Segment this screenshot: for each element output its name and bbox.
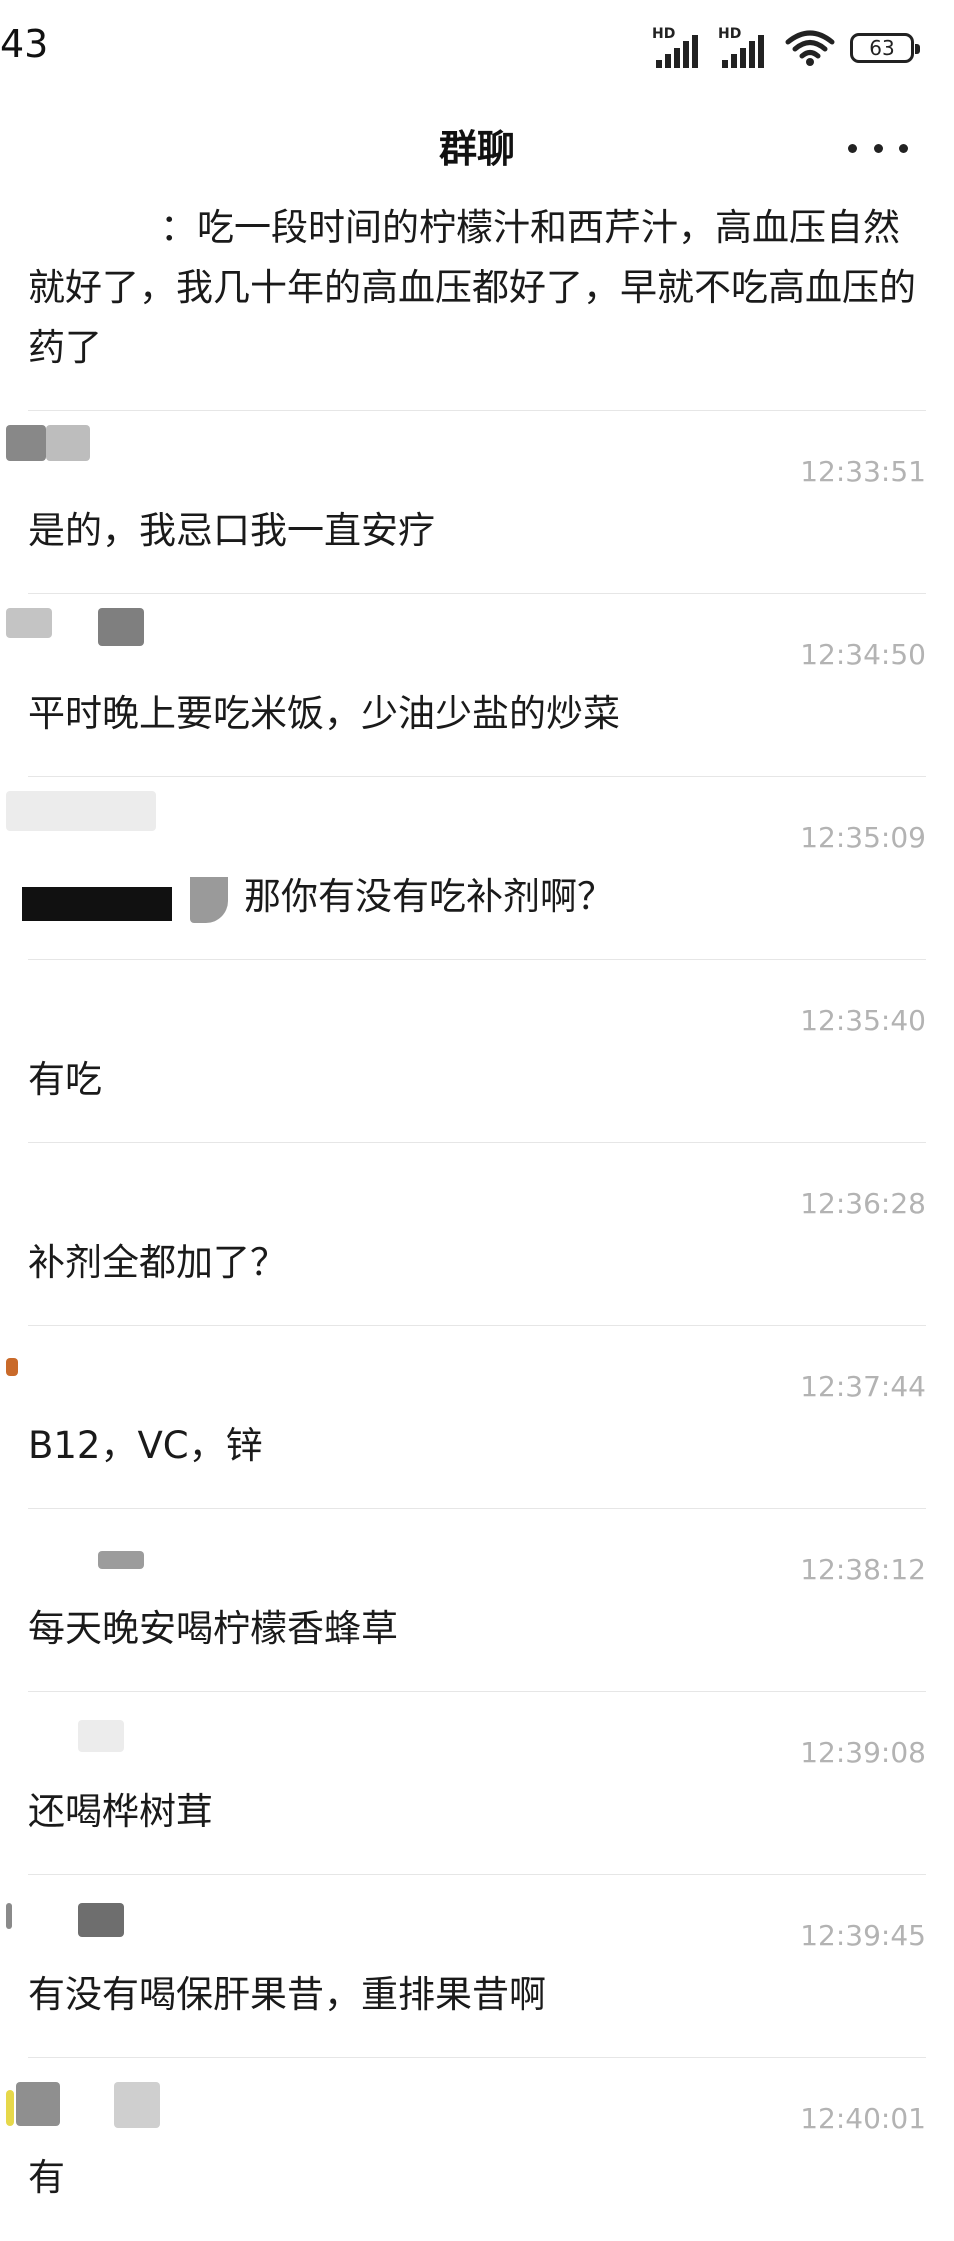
more-button[interactable] xyxy=(848,128,908,168)
list-item[interactable]: 12:33:51 是的，我忌口我一直安疗 xyxy=(6,411,926,594)
message-time: 12:35:09 xyxy=(800,821,926,854)
message-text: B12，VC，锌 xyxy=(28,1424,263,1467)
more-icon xyxy=(848,143,857,153)
message-text: 补剂全都加了？ xyxy=(28,1241,287,1284)
message-text: 有吃 xyxy=(28,1058,102,1101)
message-text: 每天晚安喝柠檬香蜂草 xyxy=(28,1607,398,1650)
message-text: 有没有喝保肝果昔，重排果昔啊 xyxy=(28,1973,546,2016)
page-title: 群聊 xyxy=(438,127,515,171)
redaction-mark xyxy=(190,877,228,923)
list-item[interactable]: 12:39:08 还喝桦树茸 xyxy=(28,1692,926,1875)
message-text: 是的，我忌口我一直安疗 xyxy=(28,509,435,552)
message-time: 12:36:28 xyxy=(800,1187,926,1220)
sender-name-redacted xyxy=(6,791,246,831)
battery-level: 63 xyxy=(869,36,895,60)
sender-name-redacted xyxy=(6,1706,246,1752)
list-item[interactable]: 12:40:01 有 xyxy=(6,2058,926,2241)
message-text: 平时晚上要吃米饭，少油少盐的炒菜 xyxy=(28,692,620,735)
message-time: 12:37:44 xyxy=(800,1370,926,1403)
status-time: 43 xyxy=(0,22,49,66)
nav-bar: 群聊 xyxy=(0,100,954,200)
sender-avatar-fragment xyxy=(6,1340,246,1380)
redaction-bar xyxy=(22,887,172,921)
signal-icon: HD xyxy=(652,26,704,68)
message-text: 那你有没有吃补剂啊？ xyxy=(244,875,614,918)
sender-name-redacted xyxy=(6,1523,246,1569)
sender-name-redacted xyxy=(6,425,246,465)
message-text-content: ：吃一段时间的柠檬汁和西芹汁，高血压自然就好了，我几十年的高血压都好了，早就不吃… xyxy=(28,206,916,369)
message-text: 有 xyxy=(28,2156,65,2199)
sender-name-redacted xyxy=(6,608,246,648)
signal-icon: HD xyxy=(718,26,770,68)
message-time: 12:34:50 xyxy=(800,638,926,671)
sender-name-redacted xyxy=(6,1889,246,1937)
list-item[interactable]: 12:38:12 每天晚安喝柠檬香蜂草 xyxy=(28,1509,926,1692)
list-item[interactable]: 12:36:28 补剂全都加了？ xyxy=(28,1143,926,1326)
more-icon-dot xyxy=(873,143,883,153)
list-item[interactable]: 12:35:40 有吃 xyxy=(28,960,926,1143)
list-item[interactable]: 12:35:09 那你有没有吃补剂啊？ xyxy=(6,777,926,960)
list-item[interactable]: ：吃一段时间的柠檬汁和西芹汁，高血压自然就好了，我几十年的高血压都好了，早就不吃… xyxy=(28,198,926,411)
status-icons: HD HD 63 xyxy=(652,26,920,68)
message-text: ：吃一段时间的柠檬汁和西芹汁，高血压自然就好了，我几十年的高血压都好了，早就不吃… xyxy=(28,198,928,378)
list-item[interactable]: 12:34:50 平时晚上要吃米饭，少油少盐的炒菜 xyxy=(6,594,926,777)
message-time: 12:39:45 xyxy=(800,1919,926,1952)
list-item[interactable]: 12:37:44 B12，VC，锌 xyxy=(6,1326,926,1509)
message-list[interactable]: ：吃一段时间的柠檬汁和西芹汁，高血压自然就好了，我几十年的高血压都好了，早就不吃… xyxy=(0,198,954,2241)
message-time: 12:39:08 xyxy=(800,1736,926,1769)
message-time: 12:33:51 xyxy=(800,455,926,488)
battery-icon: 63 xyxy=(850,33,920,63)
wifi-icon xyxy=(785,30,835,66)
message-time: 12:40:01 xyxy=(800,2102,926,2135)
message-time: 12:38:12 xyxy=(800,1553,926,1586)
more-icon-dot xyxy=(899,143,908,153)
sender-name-redacted xyxy=(6,2072,246,2128)
status-bar: 43 HD HD 63 xyxy=(0,0,954,100)
list-item[interactable]: 12:39:45 有没有喝保肝果昔，重排果昔啊 xyxy=(6,1875,926,2058)
message-text: 还喝桦树茸 xyxy=(28,1790,213,1833)
message-time: 12:35:40 xyxy=(800,1004,926,1037)
